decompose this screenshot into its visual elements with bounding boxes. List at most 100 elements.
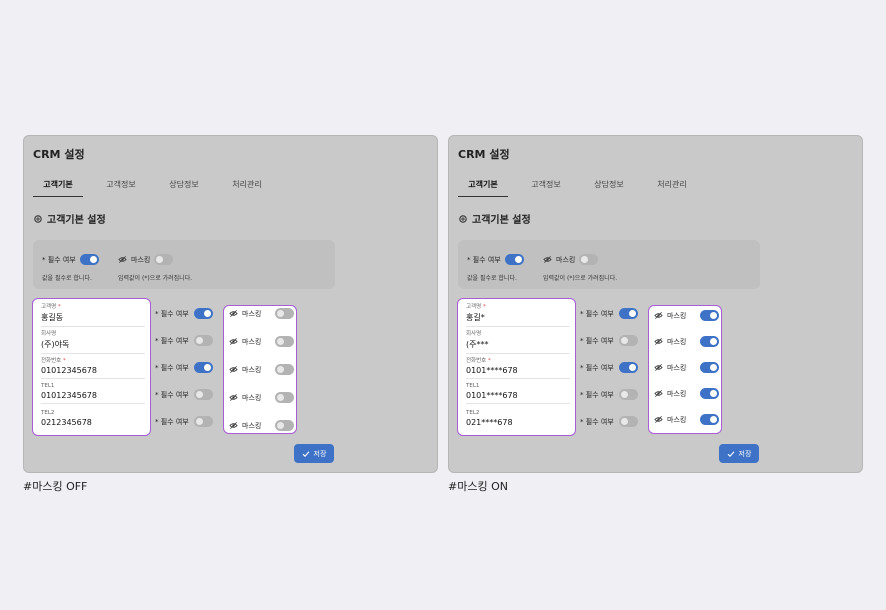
mask-toggle[interactable] (275, 336, 295, 347)
required-toggle[interactable] (618, 362, 638, 373)
required-setting: * 필수 여부 (155, 308, 213, 319)
required-label: * 필수 여부 (155, 336, 189, 345)
field-tel2[interactable]: TEL2 0212345678 (41, 410, 145, 427)
caption-masking-on: #마스킹 ON (448, 480, 508, 493)
required-toggle[interactable] (193, 362, 213, 373)
mask-label: 마스킹 (667, 363, 687, 372)
field-value: 01012345678 (41, 366, 97, 375)
tab-customer-info[interactable]: 고객정보 (96, 179, 146, 197)
required-label: * 필수 여부 (155, 363, 189, 372)
mask-toggle[interactable] (275, 308, 295, 319)
required-label: * 필수 여부 (580, 363, 614, 372)
required-toggle[interactable] (193, 416, 213, 427)
required-toggle[interactable] (618, 389, 638, 400)
legend-masking-toggle (579, 254, 599, 265)
crm-settings-panel-masking-on: CRM 설정 고객기본 고객정보 상담정보 처리관리 고객기본 설정 * 필수 … (448, 135, 863, 473)
tab-process-management[interactable]: 처리관리 (222, 179, 272, 197)
field-label: 고객명 (466, 304, 482, 310)
required-setting: * 필수 여부 (155, 416, 213, 427)
mask-label: 마스킹 (242, 393, 262, 402)
required-toggle[interactable] (193, 335, 213, 346)
required-label: * 필수 여부 (580, 390, 614, 399)
field-value: 홍길동 (41, 313, 64, 322)
tab-customer-basic[interactable]: 고객기본 (33, 179, 83, 197)
field-value: 0212345678 (41, 418, 92, 427)
field-list: 고객명 * 홍길동 회사명 (주)야독 전화번호 * 01012345678 T… (32, 298, 151, 436)
required-setting: * 필수 여부 (155, 335, 213, 346)
required-toggle[interactable] (618, 416, 638, 427)
eye-off-icon (654, 338, 663, 345)
eye-off-icon (654, 416, 663, 423)
eye-off-icon (654, 390, 663, 397)
required-label: * 필수 여부 (580, 336, 614, 345)
tab-customer-info[interactable]: 고객정보 (521, 179, 571, 197)
mask-label: 마스킹 (242, 309, 262, 318)
legend-required-label: * 필수 여부 (42, 255, 76, 264)
legend-required: * 필수 여부 (467, 254, 524, 265)
mask-toggle[interactable] (275, 392, 295, 403)
field-phone[interactable]: 전화번호 * 01012345678 (41, 356, 145, 379)
required-label: * 필수 여부 (580, 309, 614, 318)
tab-consultation-info[interactable]: 상담정보 (584, 179, 634, 197)
section-title: 고객기본 설정 (458, 211, 531, 226)
field-label: 전화번호 (466, 358, 487, 364)
save-button[interactable]: 저장 (719, 444, 759, 463)
field-value: 0101****678 (466, 391, 518, 400)
tab-consultation-info[interactable]: 상담정보 (159, 179, 209, 197)
field-label: TEL1 (466, 383, 480, 389)
field-label: TEL1 (41, 383, 55, 389)
mask-setting: 마스킹 (229, 336, 295, 347)
panel-title: CRM 설정 (458, 148, 510, 161)
legend-required: * 필수 여부 (42, 254, 99, 265)
save-button-label: 저장 (313, 449, 327, 458)
legend-required-label: * 필수 여부 (467, 255, 501, 264)
required-setting: * 필수 여부 (580, 362, 638, 373)
field-phone[interactable]: 전화번호 * 0101****678 (466, 356, 570, 379)
check-icon (302, 450, 309, 457)
mask-toggle[interactable] (275, 420, 295, 431)
save-button[interactable]: 저장 (294, 444, 334, 463)
required-label: * 필수 여부 (580, 417, 614, 426)
field-label: TEL2 (41, 410, 55, 416)
field-list: 고객명 * 홍길* 회사명 (주*** 전화번호 * 0101****678 T… (457, 298, 576, 436)
legend-required-desc: 값을 필수로 합니다. (467, 275, 517, 282)
field-value: 01012345678 (41, 391, 97, 400)
field-company-name[interactable]: 회사명 (주*** (466, 329, 570, 354)
field-customer-name[interactable]: 고객명 * 홍길* (466, 302, 570, 327)
required-toggle[interactable] (618, 335, 638, 346)
tab-bar: 고객기본 고객정보 상담정보 처리관리 (458, 179, 858, 197)
mask-toggle-column: 마스킹 마스킹 마스킹 마스킹 마스킹 (223, 305, 297, 434)
tab-customer-basic[interactable]: 고객기본 (458, 179, 508, 197)
mask-toggle[interactable] (275, 364, 295, 375)
gear-icon (459, 214, 467, 223)
required-toggle[interactable] (193, 308, 213, 319)
field-tel2[interactable]: TEL2 021****678 (466, 410, 570, 427)
mask-setting: 마스킹 (654, 310, 720, 321)
required-toggle[interactable] (193, 389, 213, 400)
legend-required-toggle (504, 254, 524, 265)
legend-box: * 필수 여부 마스킹 값을 필수로 합니다. 입력값이 (*)으로 가려집니다… (33, 240, 335, 289)
tab-process-management[interactable]: 처리관리 (647, 179, 697, 197)
mask-toggle[interactable] (700, 388, 720, 399)
field-customer-name[interactable]: 고객명 * 홍길동 (41, 302, 145, 327)
panel-title: CRM 설정 (33, 148, 85, 161)
mask-setting: 마스킹 (654, 362, 720, 373)
required-setting: * 필수 여부 (580, 308, 638, 319)
field-tel1[interactable]: TEL1 01012345678 (41, 383, 145, 404)
mask-setting: 마스킹 (654, 414, 720, 425)
mask-label: 마스킹 (667, 389, 687, 398)
required-toggle[interactable] (618, 308, 638, 319)
caption-masking-off: #마스킹 OFF (23, 480, 88, 493)
mask-toggle[interactable] (700, 414, 720, 425)
field-company-name[interactable]: 회사명 (주)야독 (41, 329, 145, 354)
save-button-label: 저장 (738, 449, 752, 458)
field-tel1[interactable]: TEL1 0101****678 (466, 383, 570, 404)
field-value: 021****678 (466, 418, 513, 427)
mask-toggle[interactable] (700, 362, 720, 373)
mask-toggle[interactable] (700, 336, 720, 347)
crm-settings-panel-masking-off: CRM 설정 고객기본 고객정보 상담정보 처리관리 고객기본 설정 * 필수 … (23, 135, 438, 473)
gear-icon (34, 214, 42, 223)
field-label: 회사명 (466, 331, 482, 337)
required-mark: * (63, 358, 66, 364)
mask-toggle[interactable] (700, 310, 720, 321)
